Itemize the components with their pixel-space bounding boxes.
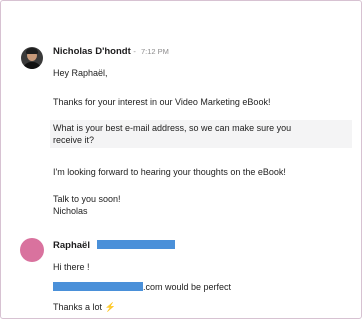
sender-name[interactable]: Raphaël — [53, 240, 90, 251]
message-line: I'm looking forward to hearing your thou… — [53, 167, 286, 177]
avatar[interactable] — [20, 238, 44, 262]
message-line: Thanks for your interest in our Video Ma… — [53, 97, 271, 107]
sender-name[interactable]: Nicholas D'hondt — [53, 46, 131, 57]
message-line: Nicholas — [53, 206, 88, 216]
message-line: .com would be perfect — [53, 281, 231, 293]
redacted-surname — [96, 240, 175, 249]
chat-window: Nicholas D'hondt - 7:12 PM Hey Raphaël, … — [0, 0, 362, 319]
message-header: Raphaël — [53, 240, 175, 251]
message-header: Nicholas D'hondt - 7:12 PM — [53, 46, 169, 57]
message-line: receive it? — [53, 135, 95, 145]
avatar[interactable] — [21, 47, 43, 69]
timestamp[interactable]: 7:12 PM — [141, 47, 169, 56]
message-line: Hi there ! — [53, 262, 90, 272]
message-line: Hey Raphaël, — [53, 68, 108, 78]
redacted-email — [53, 282, 143, 291]
message-line: Talk to you soon! — [53, 194, 121, 204]
message-line: What is your best e-mail address, so we … — [53, 123, 292, 133]
lightning-bolt-icon: ⚡ — [104, 302, 116, 312]
message-line: Thanks a lot ⚡ — [53, 302, 116, 312]
